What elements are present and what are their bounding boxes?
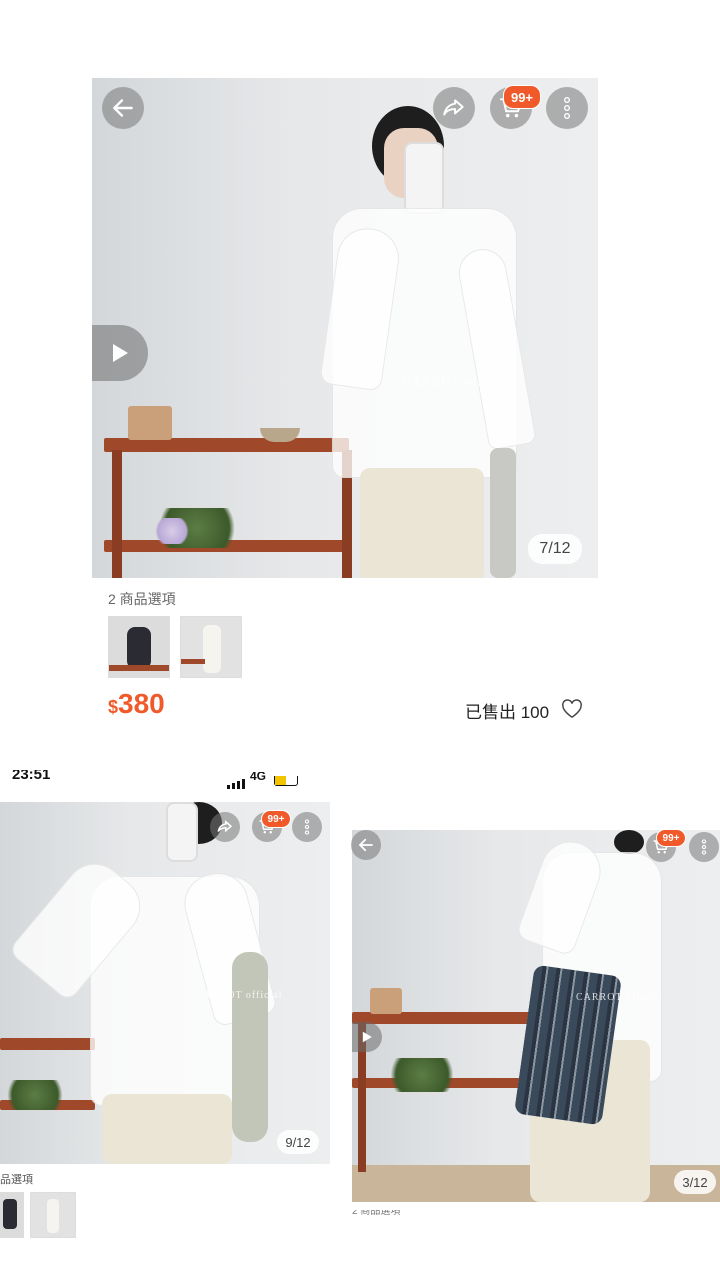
network-label: 4G	[250, 772, 267, 783]
status-time: 23:51	[12, 770, 51, 783]
price-currency: $	[108, 697, 119, 717]
watermark-text-right: CARROT official	[576, 992, 663, 1003]
more-vertical-icon	[304, 819, 310, 835]
product-image-main[interactable]	[92, 78, 598, 578]
more-button-right[interactable]	[689, 832, 719, 862]
options-label-left: 品選項	[0, 1174, 33, 1186]
share-button-left[interactable]	[210, 812, 240, 842]
share-icon	[217, 820, 233, 833]
option-thumbnail-white[interactable]	[180, 616, 242, 678]
price-value: 380	[118, 688, 165, 719]
option-thumbnail-left-1[interactable]	[0, 1192, 24, 1238]
back-arrow-icon	[113, 99, 133, 117]
share-icon	[443, 99, 464, 116]
cart-badge: 99+	[503, 85, 541, 109]
image-counter-left: 9/12	[277, 1130, 319, 1154]
option-thumbnail-left-2[interactable]	[30, 1192, 76, 1238]
options-label: 2 商品選項	[108, 591, 176, 607]
options-label-right: 2 商品選項	[352, 1210, 401, 1216]
play-video-button-right[interactable]	[352, 1022, 382, 1052]
back-button[interactable]	[102, 87, 144, 129]
more-vertical-icon	[701, 839, 707, 855]
sold-count: 已售出 100	[465, 703, 550, 722]
option-thumbnail-black[interactable]	[108, 616, 170, 678]
more-button[interactable]	[546, 87, 588, 129]
play-icon	[362, 1031, 372, 1043]
image-counter: 7/12	[528, 534, 582, 564]
image-counter-right: 3/12	[674, 1170, 716, 1194]
cart-badge-left: 99+	[261, 810, 291, 828]
product-image-right[interactable]	[352, 830, 720, 1202]
cart-badge-right: 99+	[656, 829, 686, 847]
back-button-right[interactable]	[351, 830, 381, 860]
share-button[interactable]	[433, 87, 475, 129]
play-icon	[113, 344, 128, 362]
watermark-text-left: CARROT official	[196, 990, 283, 1001]
product-image-left[interactable]	[0, 802, 330, 1164]
watermark-text: CARROT official	[402, 374, 511, 389]
more-vertical-icon	[564, 97, 570, 120]
signal-icon	[227, 776, 245, 794]
battery-icon	[274, 776, 298, 786]
back-arrow-icon	[358, 838, 373, 852]
more-button-left[interactable]	[292, 812, 322, 842]
price: $380	[108, 688, 165, 720]
heart-icon	[562, 699, 582, 719]
play-video-button[interactable]	[92, 325, 148, 381]
favorite-button[interactable]	[561, 699, 583, 721]
